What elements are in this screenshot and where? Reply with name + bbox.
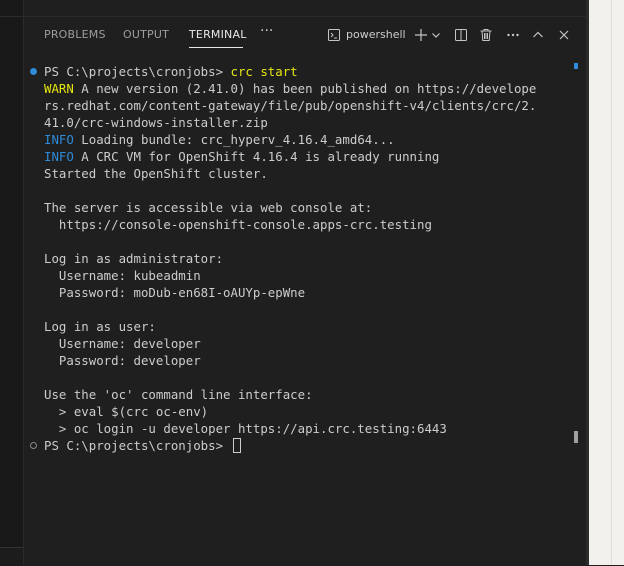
terminal-output[interactable]: PS C:\projects\cronjobs> crc start WARN A… — [44, 63, 574, 463]
plus-icon[interactable] — [412, 26, 430, 44]
ellipsis-icon[interactable] — [504, 26, 522, 44]
command-success-decoration[interactable] — [30, 68, 37, 75]
terminal-command: crc start — [230, 64, 298, 79]
status-bar-fragment — [0, 547, 23, 566]
terminal-line: The server is accessible via web console… — [44, 199, 372, 216]
terminal-line: PS C:\projects\cronjobs> crc start — [44, 63, 298, 80]
background-window — [589, 0, 624, 565]
command-pending-decoration[interactable] — [30, 442, 37, 449]
side-bar-strip — [0, 0, 24, 566]
chevron-up-icon[interactable] — [529, 26, 547, 44]
terminal-line: > eval $(crc oc-env) — [44, 403, 208, 420]
terminal-line: INFO Loading bundle: crc_hyperv_4.16.4_a… — [44, 131, 395, 148]
trash-icon[interactable] — [477, 26, 495, 44]
more-tabs-icon[interactable]: ··· — [260, 23, 273, 39]
tab-output[interactable]: OUTPUT — [123, 28, 169, 41]
terminal-line: Password: moDub-en68I-oAUYp-epWne — [44, 284, 305, 301]
terminal-line: Log in as administrator: — [44, 250, 223, 267]
terminal-text: A new version (2.41.0) has been publishe… — [73, 81, 537, 96]
terminal-line: WARN A new version (2.41.0) has been pub… — [44, 80, 536, 97]
shell-name[interactable]: powershell — [346, 28, 406, 41]
terminal-text: > eval $(crc oc-env) — [44, 404, 209, 419]
terminal-text: Loading bundle: crc_hyperv_4.16.4_amd64.… — [73, 132, 395, 147]
terminal-cursor[interactable] — [232, 438, 241, 453]
active-tab-indicator — [189, 47, 243, 48]
terminal-text: Use the 'oc' command line interface: — [44, 387, 313, 402]
terminal-text: Log in as administrator: — [44, 251, 224, 266]
terminal-text: Started the OpenShift cluster. — [44, 166, 268, 181]
terminal-text: Username: developer — [44, 336, 201, 351]
terminal-line: > oc login -u developer https://api.crc.… — [44, 420, 447, 437]
close-icon[interactable] — [555, 26, 573, 44]
terminal-line: https://console-openshift-console.apps-c… — [44, 216, 432, 233]
chevron-down-icon[interactable] — [429, 26, 443, 44]
terminal-text: > oc login -u developer https://api.crc.… — [44, 421, 447, 436]
terminal-line: Use the 'oc' command line interface: — [44, 386, 313, 403]
terminal-text: The server is accessible via web console… — [44, 200, 373, 215]
log-level-info: INFO — [44, 132, 74, 147]
terminal-icon[interactable] — [325, 26, 343, 44]
terminal-prompt: PS C:\projects\cronjobs> — [44, 438, 231, 453]
scrollbar-marker-top — [574, 63, 578, 69]
terminal-text: Password: developer — [44, 353, 201, 368]
tab-terminal[interactable]: TERMINAL — [189, 28, 247, 41]
terminal-text: Password: moDub-en68I-oAUYp-epWne — [44, 285, 306, 300]
terminal-text: Log in as user: — [44, 319, 156, 334]
terminal-text: 41.0/crc-windows-installer.zip — [44, 115, 268, 130]
terminal-text: A CRC VM for OpenShift 4.16.4 is already… — [73, 149, 440, 164]
terminal-line: Log in as user: — [44, 318, 156, 335]
tab-problems[interactable]: PROBLEMS — [44, 28, 106, 41]
scrollbar-thumb[interactable] — [574, 431, 578, 443]
log-level-warn: WARN — [44, 81, 74, 96]
split-terminal-icon[interactable] — [452, 26, 470, 44]
terminal-line: Started the OpenShift cluster. — [44, 165, 268, 182]
terminal-line: rs.redhat.com/content-gateway/file/pub/o… — [44, 97, 536, 114]
log-level-info: INFO — [44, 149, 74, 164]
terminal-text: https://console-openshift-console.apps-c… — [44, 217, 432, 232]
terminal-text: rs.redhat.com/content-gateway/file/pub/o… — [44, 98, 537, 113]
terminal-line: PS C:\projects\cronjobs> — [44, 437, 241, 454]
terminal-prompt: PS C:\projects\cronjobs> — [44, 64, 231, 79]
terminal-text: Username: kubeadmin — [44, 268, 201, 283]
terminal-line: Username: developer — [44, 335, 201, 352]
terminal-line: INFO A CRC VM for OpenShift 4.16.4 is al… — [44, 148, 439, 165]
terminal-line: 41.0/crc-windows-installer.zip — [44, 114, 268, 131]
panel-header: PROBLEMS OUTPUT TERMINAL ··· powershell — [24, 17, 586, 53]
terminal-line: Password: developer — [44, 352, 201, 369]
terminal-line: Username: kubeadmin — [44, 267, 201, 284]
